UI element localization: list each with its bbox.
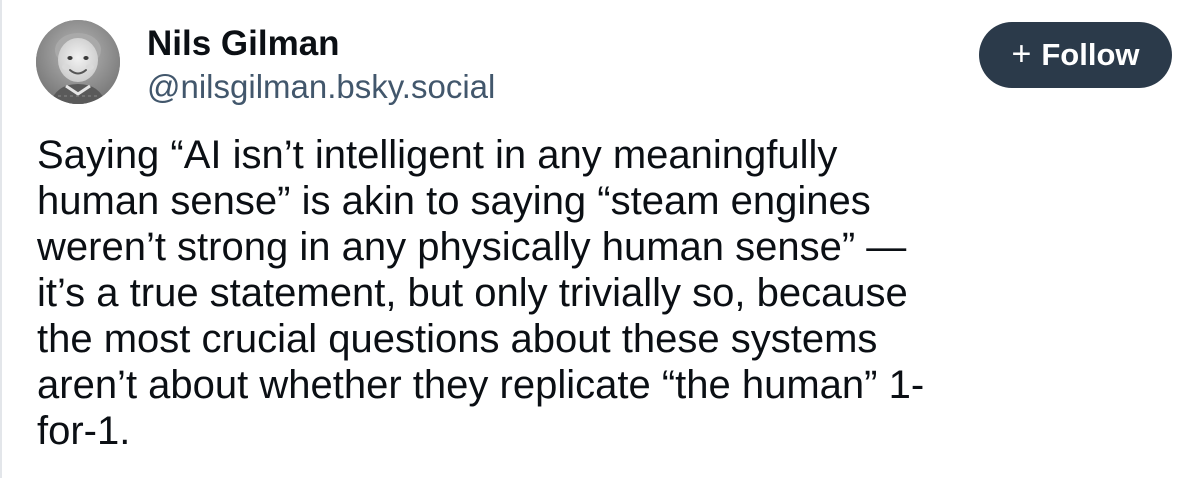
post-text-line: human sense” is akin to saying “steam en…	[37, 179, 871, 223]
post-text-line: the most crucial questions about these s…	[37, 317, 878, 361]
author-display-name[interactable]: Nils Gilman	[147, 24, 495, 64]
plus-icon: +	[1011, 34, 1032, 73]
author-handle[interactable]: @nilsgilman.bsky.social	[147, 68, 495, 106]
post-card: Nils Gilman @nilsgilman.bsky.social + Fo…	[0, 0, 1198, 478]
post-text-line: for-1.	[37, 409, 131, 453]
post-text-line: it’s a true statement, but only triviall…	[37, 271, 908, 315]
avatar-photo-icon	[36, 20, 120, 104]
post-text-line: Saying “AI isn’t intelligent in any mean…	[37, 133, 838, 177]
author-avatar[interactable]	[36, 20, 120, 104]
post-text-line: weren’t strong in any physically human s…	[37, 225, 907, 269]
post-text: Saying “AI isn’t intelligent in any mean…	[37, 132, 1167, 454]
follow-button-label: Follow	[1041, 37, 1140, 72]
follow-button[interactable]: + Follow	[979, 22, 1172, 88]
post-text-line: aren’t about whether they replicate “the…	[37, 363, 925, 407]
author-block: Nils Gilman @nilsgilman.bsky.social	[147, 24, 495, 106]
